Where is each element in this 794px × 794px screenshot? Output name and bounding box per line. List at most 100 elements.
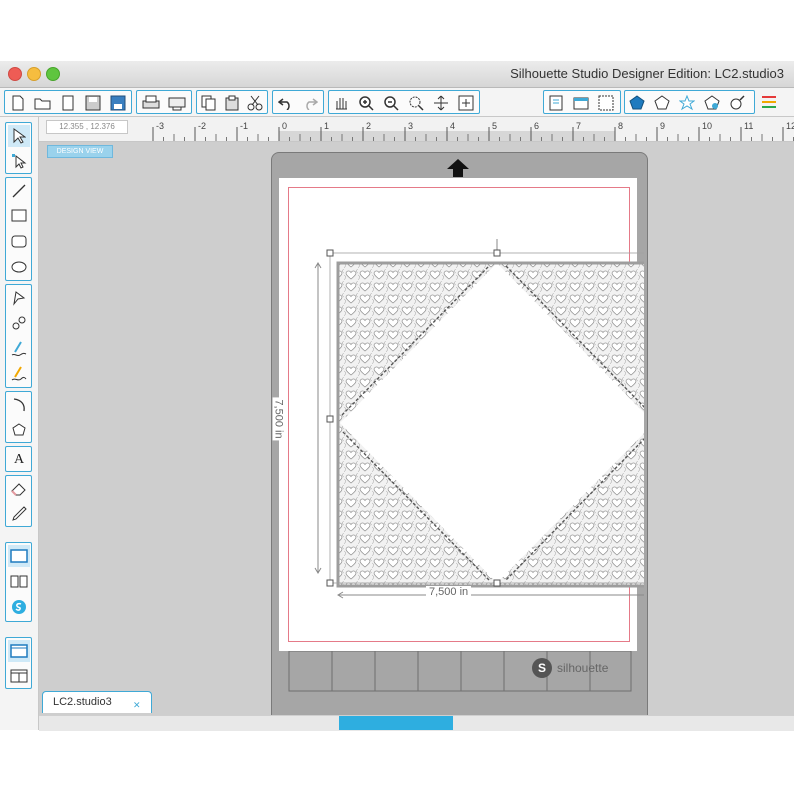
new-document-icon[interactable]: [7, 92, 29, 113]
design-view-label: DESIGN VIEW: [47, 145, 113, 158]
arc-tools-group: [5, 391, 32, 443]
select-arrow-icon[interactable]: [8, 125, 30, 147]
horizontal-ruler: -3 -2 -1 0 1 2 3 4 5 6 7 8 9 10 11 12 12.355 , 12.376: [38, 117, 794, 142]
window-tools-group: [5, 637, 32, 689]
align-icon[interactable]: [758, 91, 780, 112]
pan-hand-icon[interactable]: [330, 92, 352, 113]
document-tab[interactable]: LC2.studio3 ✕: [42, 691, 152, 713]
ruler-tick-label: 7: [576, 121, 581, 131]
cut-settings-icon[interactable]: [570, 92, 592, 113]
style-toolbar-group: [624, 90, 755, 114]
open-folder-icon[interactable]: [32, 92, 54, 113]
ruler-tick-label: -3: [156, 121, 164, 131]
zoom-drag-icon[interactable]: [430, 92, 452, 113]
print-icon[interactable]: [140, 92, 162, 113]
document-tab-label: LC2.studio3: [53, 696, 112, 708]
design-canvas[interactable]: DESIGN VIEW 7,500 in 7,500 in S silhouet…: [39, 142, 794, 717]
ruler-tick-label: -2: [198, 121, 206, 131]
document-tab-bar: LC2.studio3 ✕: [39, 690, 794, 715]
select-tools-group: [5, 122, 32, 174]
left-toolbar: A: [0, 117, 39, 730]
library-icon[interactable]: [8, 570, 30, 592]
silhouette-logo-text: silhouette: [557, 661, 609, 675]
silhouette-logo: S silhouette: [532, 658, 608, 678]
draw-tools-group: [5, 284, 32, 388]
width-dimension-label: 7,500 in: [426, 586, 472, 598]
silhouette-store-icon[interactable]: [8, 596, 30, 618]
ruler-tick-label: 10: [702, 121, 712, 131]
scissors-icon[interactable]: [244, 92, 266, 113]
curve-tool-icon[interactable]: [8, 312, 30, 334]
fill-color-icon[interactable]: [626, 92, 648, 113]
tab-pin-icon[interactable]: ✕: [133, 695, 141, 715]
save-library-icon[interactable]: [107, 92, 129, 113]
redo-icon[interactable]: [299, 92, 321, 113]
page-settings-icon[interactable]: [545, 92, 567, 113]
knife-icon[interactable]: [8, 503, 30, 525]
edit-toolbar-group: [196, 90, 268, 114]
save-icon[interactable]: [82, 92, 104, 113]
paste-icon[interactable]: [221, 92, 243, 113]
new-page-icon[interactable]: [57, 92, 79, 113]
polygon-tool-icon[interactable]: [8, 287, 30, 309]
ruler-tick-label: -1: [240, 121, 248, 131]
window-titlebar: Silhouette Studio Designer Edition: LC2.…: [0, 61, 794, 88]
ruler-tick-label: 0: [282, 121, 287, 131]
send-view-icon[interactable]: [8, 640, 30, 662]
print-toolbar-group: [136, 90, 192, 114]
main-toolbar: [0, 88, 794, 117]
page-toolbar-group: [543, 90, 621, 114]
shape-tools-group: [5, 177, 32, 281]
split-view-icon[interactable]: [8, 665, 30, 687]
ruler-tick-label: 3: [408, 121, 413, 131]
copy-icon[interactable]: [198, 92, 220, 113]
ruler-tick-label: 9: [660, 121, 665, 131]
erase-tools-group: [5, 475, 32, 527]
regular-polygon-icon[interactable]: [8, 419, 30, 441]
zoom-box-icon[interactable]: [405, 92, 427, 113]
file-toolbar-group: [4, 90, 132, 114]
zoom-in-icon[interactable]: [355, 92, 377, 113]
arc-tool-icon[interactable]: [8, 394, 30, 416]
feed-direction-arrow: [447, 159, 469, 177]
text-tool-icon[interactable]: A: [8, 449, 30, 471]
ruler-scale: -3 -2 -1 0 1 2 3 4 5 6 7 8 9 10 11 12: [152, 121, 794, 141]
rounded-rect-icon[interactable]: [8, 231, 30, 253]
ruler-tick-label: 5: [492, 121, 497, 131]
ruler-tick-label: 8: [618, 121, 623, 131]
scrollbar-thumb[interactable]: [339, 716, 453, 730]
rectangle-tool-icon[interactable]: [8, 205, 30, 227]
zoom-window-button[interactable]: [46, 67, 60, 81]
design-view-icon[interactable]: [8, 545, 30, 567]
close-window-button[interactable]: [8, 67, 22, 81]
horizontal-scrollbar[interactable]: [39, 715, 794, 731]
ruler-tick-label: 12: [786, 121, 794, 131]
eraser-icon[interactable]: [8, 478, 30, 500]
undo-icon[interactable]: [275, 92, 297, 113]
view-tools-group: [5, 542, 32, 622]
zoom-out-icon[interactable]: [380, 92, 402, 113]
line-tool-icon[interactable]: [8, 180, 30, 202]
silhouette-logo-icon: S: [532, 658, 552, 678]
shadow-icon[interactable]: [701, 92, 723, 113]
window-title: Silhouette Studio Designer Edition: LC2.…: [510, 66, 784, 81]
freehand-tool-icon[interactable]: [8, 338, 30, 360]
smooth-freehand-icon[interactable]: [8, 363, 30, 385]
ruler-tick-label: 1: [324, 121, 329, 131]
ellipse-tool-icon[interactable]: [8, 256, 30, 278]
minimize-window-button[interactable]: [27, 67, 41, 81]
cursor-coordinates: 12.355 , 12.376: [46, 120, 128, 134]
point-edit-icon[interactable]: [8, 150, 30, 172]
cut-send-icon[interactable]: [166, 92, 188, 113]
selected-design[interactable]: [274, 233, 644, 633]
ruler-tick-label: 4: [450, 121, 455, 131]
text-tools-group: A: [5, 446, 32, 472]
ruler-tick-label: 11: [744, 121, 753, 131]
transform-icon[interactable]: [726, 92, 748, 113]
grid-icon[interactable]: [595, 92, 617, 113]
line-color-icon[interactable]: [651, 92, 673, 113]
history-toolbar-group: [272, 90, 324, 114]
line-style-icon[interactable]: [676, 92, 698, 113]
ruler-tick-label: 6: [534, 121, 539, 131]
fit-page-icon[interactable]: [455, 92, 477, 113]
